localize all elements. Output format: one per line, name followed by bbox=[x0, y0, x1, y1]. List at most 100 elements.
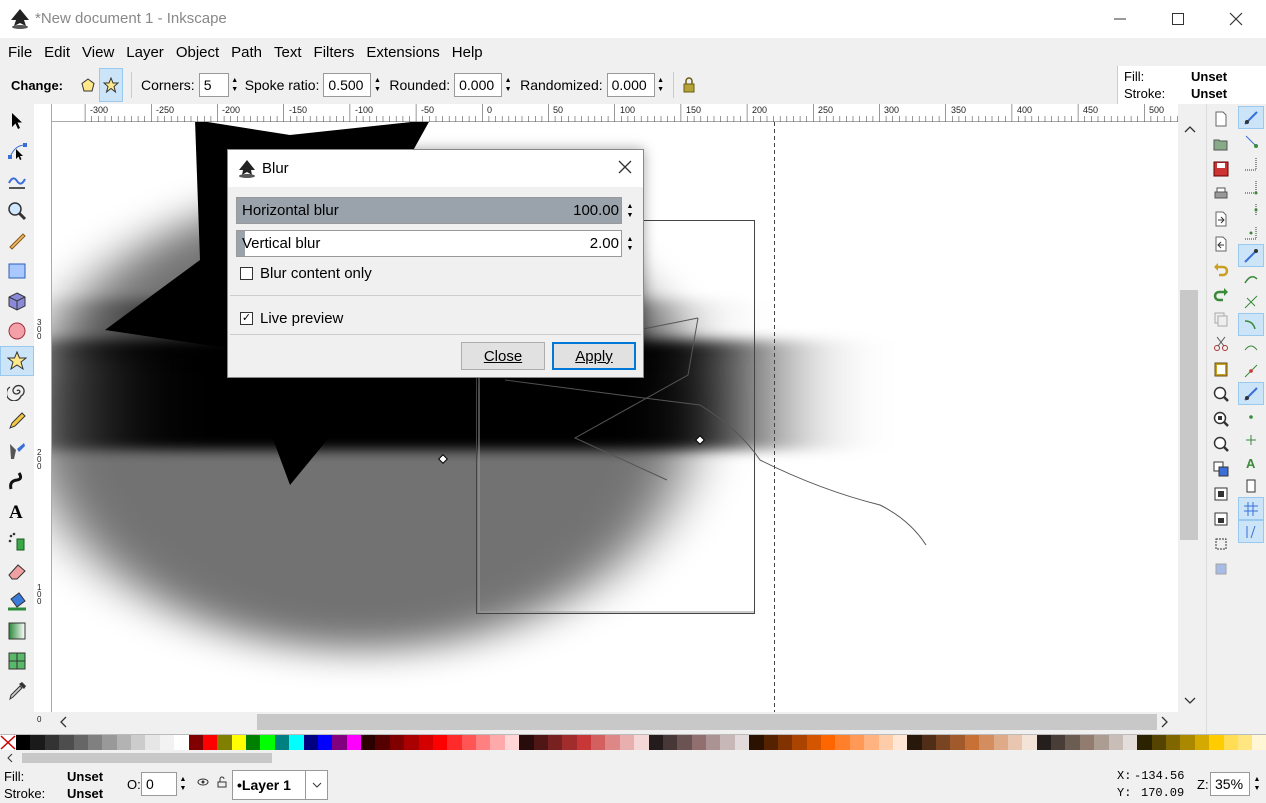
color-swatch[interactable] bbox=[375, 735, 390, 750]
menu-edit[interactable]: Edit bbox=[38, 44, 76, 61]
color-swatch[interactable] bbox=[1022, 735, 1037, 750]
color-swatch[interactable] bbox=[821, 735, 836, 750]
color-swatch[interactable] bbox=[964, 735, 980, 750]
layer-selector[interactable]: •Layer 1 bbox=[232, 770, 328, 800]
corners-input[interactable]: 5 bbox=[198, 73, 229, 97]
paste-button[interactable] bbox=[1207, 356, 1235, 381]
color-swatch[interactable] bbox=[892, 735, 908, 750]
snap-paths[interactable] bbox=[1238, 267, 1264, 290]
snap-midpoints[interactable] bbox=[1238, 359, 1264, 382]
color-swatch[interactable] bbox=[734, 735, 750, 750]
color-swatch[interactable] bbox=[116, 735, 131, 750]
color-swatch[interactable] bbox=[979, 735, 994, 750]
vertical-scrollbar[interactable] bbox=[1178, 122, 1202, 712]
live-preview-checkbox[interactable]: ✓ bbox=[240, 312, 253, 325]
horizontal-scrollbar[interactable] bbox=[52, 712, 1192, 734]
color-swatch[interactable] bbox=[634, 735, 649, 750]
selector-tool[interactable] bbox=[0, 106, 34, 136]
undo-button[interactable] bbox=[1207, 256, 1235, 281]
color-swatch[interactable] bbox=[102, 735, 117, 750]
color-swatch[interactable] bbox=[1007, 735, 1023, 750]
snap-toggle[interactable] bbox=[1238, 106, 1264, 129]
print-button[interactable] bbox=[1207, 181, 1235, 206]
color-swatch[interactable] bbox=[619, 735, 635, 750]
color-swatch[interactable] bbox=[921, 735, 936, 750]
maximize-button[interactable] bbox=[1149, 0, 1207, 38]
dropper-tool[interactable] bbox=[0, 676, 34, 706]
zoom-drawing-button[interactable] bbox=[1207, 406, 1235, 431]
status-fill-value[interactable]: Unset bbox=[67, 769, 103, 784]
color-swatch[interactable] bbox=[1194, 735, 1210, 750]
color-swatch[interactable] bbox=[993, 735, 1008, 750]
export-button[interactable] bbox=[1207, 231, 1235, 256]
color-swatch[interactable] bbox=[317, 735, 333, 750]
snap-guide[interactable] bbox=[1238, 520, 1264, 543]
lock-button[interactable] bbox=[1207, 506, 1235, 531]
color-swatch[interactable] bbox=[1252, 735, 1266, 750]
color-swatch[interactable] bbox=[504, 735, 520, 750]
color-swatch[interactable] bbox=[1223, 735, 1238, 750]
snap-object-center[interactable] bbox=[1238, 405, 1264, 428]
ellipse-tool[interactable] bbox=[0, 316, 34, 346]
menu-file[interactable]: File bbox=[2, 44, 38, 61]
cut-button[interactable] bbox=[1207, 331, 1235, 356]
color-swatch[interactable] bbox=[490, 735, 505, 750]
color-swatch[interactable] bbox=[202, 735, 218, 750]
opacity-stepper[interactable]: ▲ ▼ bbox=[177, 772, 189, 796]
menu-filters[interactable]: Filters bbox=[308, 44, 361, 61]
vertical-blur-stepper[interactable]: ▲ ▼ bbox=[624, 232, 636, 256]
color-swatch[interactable] bbox=[260, 735, 275, 750]
zoom-selection-button[interactable] bbox=[1207, 381, 1235, 406]
toggle-lock-button[interactable] bbox=[216, 776, 228, 791]
vertical-blur-slider[interactable]: Vertical blur 2.00 bbox=[236, 230, 622, 257]
align-button[interactable] bbox=[1207, 556, 1235, 581]
color-swatch[interactable] bbox=[1094, 735, 1109, 750]
group-button[interactable] bbox=[1207, 456, 1235, 481]
color-swatch[interactable] bbox=[763, 735, 778, 750]
menu-extensions[interactable]: Extensions bbox=[360, 44, 445, 61]
color-swatch[interactable] bbox=[361, 735, 376, 750]
minimize-button[interactable] bbox=[1091, 0, 1149, 38]
rounded-input[interactable]: 0.000 bbox=[454, 73, 503, 97]
color-swatch[interactable] bbox=[30, 735, 45, 750]
color-swatch[interactable] bbox=[1122, 735, 1138, 750]
close-button[interactable]: Close bbox=[461, 342, 545, 370]
3d-box-tool[interactable] bbox=[0, 286, 34, 316]
layer-dropdown-button[interactable] bbox=[305, 771, 327, 799]
color-swatch[interactable] bbox=[591, 735, 606, 750]
fill-value[interactable]: Unset bbox=[1191, 69, 1227, 84]
color-swatch[interactable] bbox=[1065, 735, 1080, 750]
color-swatch[interactable] bbox=[677, 735, 692, 750]
calligraphy-tool[interactable] bbox=[0, 466, 34, 496]
tweak-tool[interactable] bbox=[0, 166, 34, 196]
snap-text-baseline[interactable]: A bbox=[1238, 451, 1264, 474]
color-swatch[interactable] bbox=[1108, 735, 1123, 750]
rounded-stepper[interactable]: ▲ ▼ bbox=[502, 73, 514, 97]
menu-text[interactable]: Text bbox=[268, 44, 308, 61]
zoom-page-button[interactable] bbox=[1207, 431, 1235, 456]
color-swatch[interactable] bbox=[87, 735, 103, 750]
randomized-stepper[interactable]: ▲ ▼ bbox=[655, 73, 667, 97]
color-swatch[interactable] bbox=[1209, 735, 1224, 750]
color-swatch[interactable] bbox=[145, 735, 160, 750]
zoom-tool[interactable] bbox=[0, 196, 34, 226]
color-swatch[interactable] bbox=[1036, 735, 1051, 750]
spiral-tool[interactable] bbox=[0, 376, 34, 406]
reset-defaults-button[interactable] bbox=[681, 77, 697, 93]
color-swatch[interactable] bbox=[792, 735, 807, 750]
pencil-tool[interactable] bbox=[0, 406, 34, 436]
menu-view[interactable]: View bbox=[76, 44, 120, 61]
menu-object[interactable]: Object bbox=[170, 44, 225, 61]
color-swatch[interactable] bbox=[1166, 735, 1181, 750]
snap-bbox[interactable] bbox=[1238, 129, 1264, 152]
zoom-stepper[interactable]: ▲ ▼ bbox=[1251, 772, 1263, 796]
color-swatch[interactable] bbox=[346, 735, 361, 750]
color-swatch[interactable] bbox=[706, 735, 721, 750]
color-swatch[interactable] bbox=[217, 735, 232, 750]
color-swatch[interactable] bbox=[533, 735, 548, 750]
color-swatch[interactable] bbox=[447, 735, 462, 750]
color-swatch[interactable] bbox=[461, 735, 476, 750]
color-swatch[interactable] bbox=[174, 735, 189, 750]
spoke-ratio-input[interactable]: 0.500 bbox=[323, 73, 372, 97]
color-swatch[interactable] bbox=[849, 735, 865, 750]
